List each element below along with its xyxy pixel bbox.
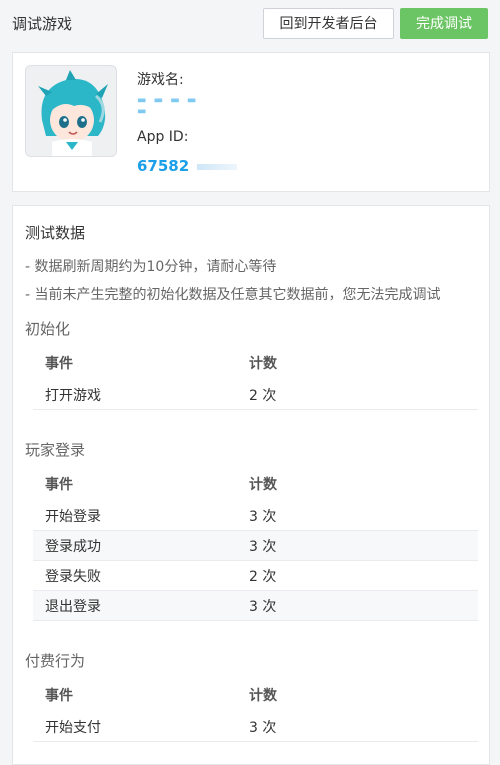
section-title-init: 初始化 xyxy=(25,320,71,338)
top-actions: 回到开发者后台 完成调试 xyxy=(263,7,488,39)
row-count: 3 次 xyxy=(249,719,277,736)
table-header: 事件 计数 xyxy=(33,467,478,501)
column-count: 计数 xyxy=(249,356,277,372)
app-id-redacted xyxy=(197,163,238,170)
row-count: 3 次 xyxy=(249,598,277,615)
game-avatar xyxy=(25,65,117,157)
column-count: 计数 xyxy=(249,688,277,704)
section-title-login: 玩家登录 xyxy=(25,441,86,459)
row-event: 开始支付 xyxy=(45,719,101,736)
table-row: 登录成功 3 次 xyxy=(33,531,478,561)
note-refresh: - 数据刷新周期约为10分钟，请耐心等待 xyxy=(25,259,277,275)
table-row: 打开游戏 2 次 xyxy=(33,380,478,410)
section-title-payment: 付费行为 xyxy=(25,652,86,670)
note-completion: - 当前未产生完整的初始化数据及任意其它数据前，您无法完成调试 xyxy=(25,287,441,303)
row-count: 2 次 xyxy=(249,568,277,585)
init-table: 事件 计数 打开游戏 2 次 xyxy=(33,346,478,410)
login-table: 事件 计数 开始登录 3 次 登录成功 3 次 登录失败 2 次 退出登录 3 … xyxy=(33,467,478,621)
game-name-label: 游戏名: xyxy=(137,72,184,88)
row-event: 开始登录 xyxy=(45,508,101,525)
app-id-value-text: 67582 xyxy=(137,157,190,175)
row-event: 登录成功 xyxy=(45,538,101,555)
column-count: 计数 xyxy=(249,477,277,493)
row-event: 登录失败 xyxy=(45,568,101,585)
column-event: 事件 xyxy=(45,356,73,372)
app-id-label: App ID: xyxy=(137,129,189,145)
page-title: 调试游戏 xyxy=(12,14,73,33)
row-event: 退出登录 xyxy=(45,598,101,615)
game-info-card: 游戏名: ▬ ▬ ▬ ▬ ▬ App ID: 67582 xyxy=(12,52,490,192)
test-data-card: 测试数据 - 数据刷新周期约为10分钟，请耐心等待 - 当前未产生完整的初始化数… xyxy=(12,205,490,765)
finish-debug-button[interactable]: 完成调试 xyxy=(400,7,488,39)
anime-character-image xyxy=(26,66,116,156)
back-to-dev-console-button[interactable]: 回到开发者后台 xyxy=(263,7,394,39)
column-event: 事件 xyxy=(45,688,73,704)
table-row: 开始登录 3 次 xyxy=(33,501,478,531)
top-bar: 调试游戏 回到开发者后台 完成调试 xyxy=(0,0,500,46)
row-event: 打开游戏 xyxy=(45,387,101,404)
row-count: 3 次 xyxy=(249,508,277,525)
table-row: 登录失败 2 次 xyxy=(33,561,478,591)
column-event: 事件 xyxy=(45,477,73,493)
game-info: 游戏名: ▬ ▬ ▬ ▬ ▬ App ID: 67582 xyxy=(137,69,238,175)
table-header: 事件 计数 xyxy=(33,678,478,712)
app-id-value: 67582 xyxy=(137,157,238,175)
row-count: 3 次 xyxy=(249,538,277,555)
table-row: 退出登录 3 次 xyxy=(33,591,478,621)
table-header: 事件 计数 xyxy=(33,346,478,380)
row-count: 2 次 xyxy=(249,387,277,404)
game-name-value-redacted: ▬ ▬ ▬ ▬ ▬ xyxy=(137,95,199,117)
payment-table: 事件 计数 开始支付 3 次 xyxy=(33,678,478,742)
test-data-title: 测试数据 xyxy=(25,224,86,242)
